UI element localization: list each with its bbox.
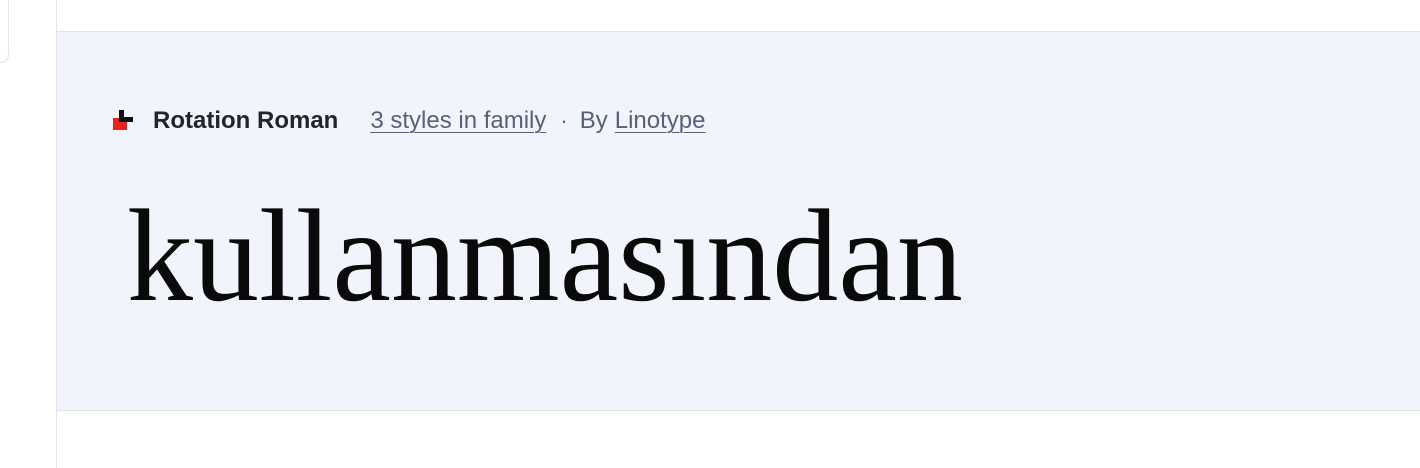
font-sample-text[interactable]: kullanmasından (127, 190, 963, 322)
font-card[interactable]: Rotation Roman 3 styles in family · By L… (57, 31, 1420, 411)
linotype-logo-icon (111, 110, 133, 132)
page: Rotation Roman 3 styles in family · By L… (0, 0, 1420, 468)
meta-separator: · (560, 108, 568, 133)
content-column: Rotation Roman 3 styles in family · By L… (56, 0, 1420, 468)
side-panel-edge (0, 0, 9, 63)
font-meta-row: Rotation Roman 3 styles in family · By L… (111, 106, 705, 136)
by-label: By (579, 107, 608, 134)
font-name[interactable]: Rotation Roman (153, 107, 338, 135)
foundry-link[interactable]: Linotype (615, 107, 706, 135)
styles-in-family-link[interactable]: 3 styles in family (370, 107, 546, 135)
